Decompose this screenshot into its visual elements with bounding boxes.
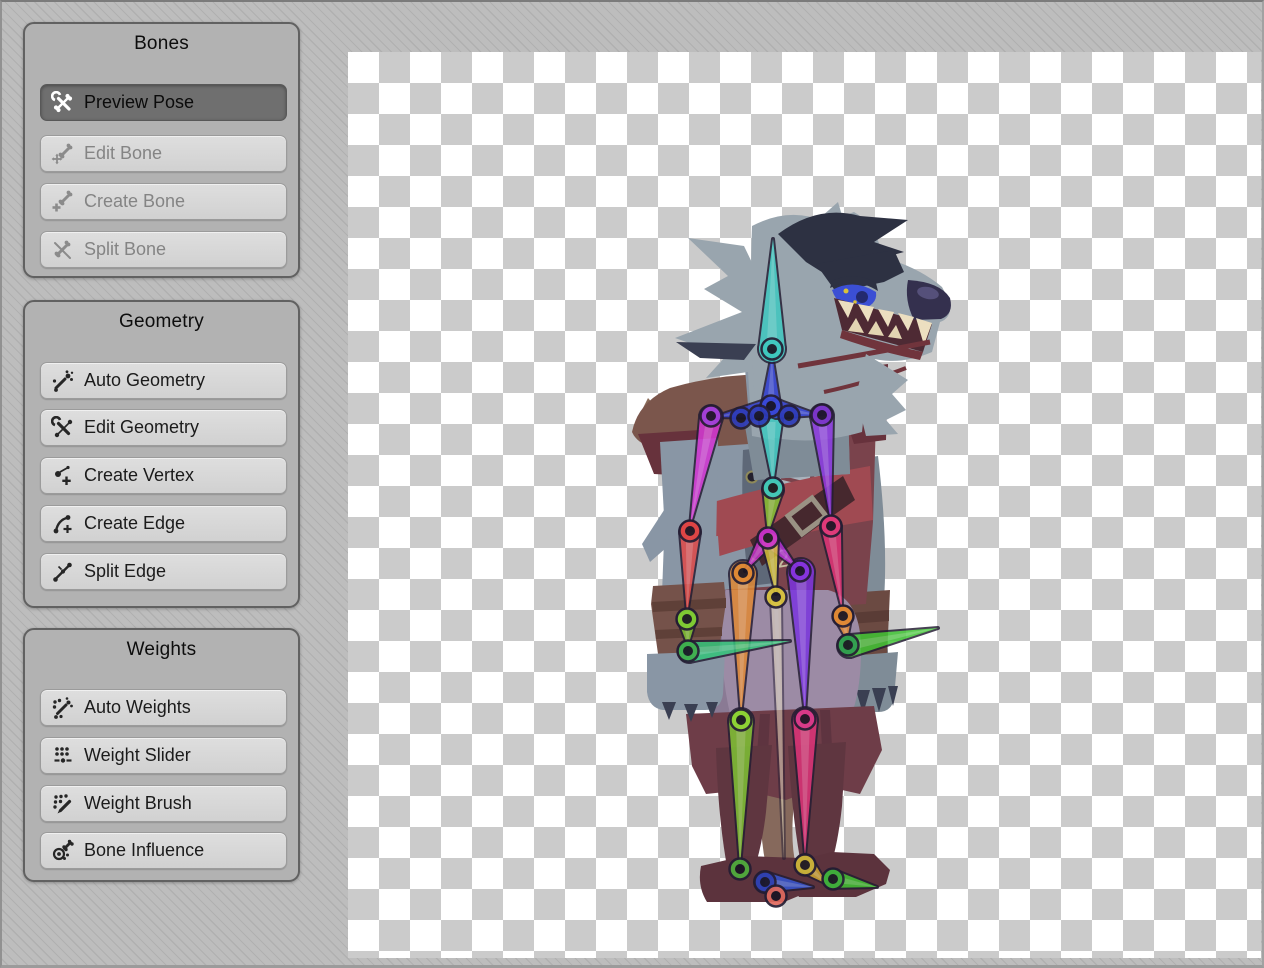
split-bone-icon	[51, 238, 75, 262]
joint-chest-mid[interactable]	[749, 406, 770, 427]
joint-right-ankle[interactable]	[795, 855, 816, 876]
create-bone-button[interactable]: Create Bone	[40, 183, 287, 220]
nose	[907, 280, 951, 320]
split-bone-button[interactable]: Split Bone	[40, 231, 287, 268]
button-label: Create Edge	[84, 513, 185, 534]
joint-left-hand[interactable]	[678, 641, 699, 662]
preview-pose-button[interactable]: Preview Pose	[40, 84, 287, 121]
split-edge-button[interactable]: Split Edge	[40, 553, 287, 590]
joint-right-shoulder[interactable]	[812, 405, 833, 426]
panel-title: Geometry	[25, 302, 298, 333]
joint-right-foot[interactable]	[823, 869, 844, 890]
joint-right-knee[interactable]	[795, 709, 816, 730]
weight-brush-button[interactable]: Weight Brush	[40, 785, 287, 822]
joint-left-wrist[interactable]	[677, 609, 698, 630]
weight-slider-icon	[51, 744, 75, 768]
button-label: Auto Geometry	[84, 370, 205, 391]
joint-left-knee[interactable]	[731, 710, 752, 731]
button-label: Auto Weights	[84, 697, 191, 718]
preview-pose-icon	[51, 91, 75, 115]
button-label: Bone Influence	[84, 840, 204, 861]
edit-bone-icon	[51, 142, 75, 166]
joint-left-hip[interactable]	[733, 563, 754, 584]
edit-bone-button[interactable]: Edit Bone	[40, 135, 287, 172]
bone-influence-icon	[51, 839, 75, 863]
bone-influence-button[interactable]: Bone Influence	[40, 832, 287, 869]
joint-belly[interactable]	[758, 528, 779, 549]
button-label: Weight Slider	[84, 745, 191, 766]
button-label: Split Bone	[84, 239, 166, 260]
button-label: Create Bone	[84, 191, 185, 212]
panel-weights: Weights Auto Weights Weight Slider Weight B…	[23, 628, 300, 882]
joint-neck[interactable]	[762, 339, 783, 360]
joint-right-hand[interactable]	[838, 635, 859, 656]
button-label: Edit Bone	[84, 143, 162, 164]
joint-right-elbow[interactable]	[821, 516, 842, 537]
panel-geometry: Geometry Auto Geometry Edit Geometry Create…	[23, 300, 300, 608]
joint-tail-base[interactable]	[766, 587, 787, 608]
button-label: Split Edge	[84, 561, 166, 582]
joint-spine-end[interactable]	[763, 478, 784, 499]
button-label: Preview Pose	[84, 92, 194, 113]
eye-glint	[844, 289, 849, 294]
joint-left-heel[interactable]	[766, 886, 787, 907]
create-bone-icon	[51, 190, 75, 214]
create-vertex-button[interactable]: Create Vertex	[40, 457, 287, 494]
create-vertex-icon	[51, 464, 75, 488]
button-label: Edit Geometry	[84, 417, 199, 438]
auto-geometry-button[interactable]: Auto Geometry	[40, 362, 287, 399]
joint-chest-right[interactable]	[779, 406, 800, 427]
joint-right-wrist[interactable]	[833, 606, 854, 627]
auto-weights-button[interactable]: Auto Weights	[40, 689, 287, 726]
pupil	[856, 291, 868, 303]
canvas-viewport[interactable]: 2	[348, 52, 1261, 958]
panel-bones: Bones Preview Pose Edit Bone Create Bone Spl…	[23, 22, 300, 278]
panel-title: Weights	[25, 630, 298, 661]
weight-slider-button[interactable]: Weight Slider	[40, 737, 287, 774]
rig-canvas-svg: 2	[348, 52, 1261, 958]
create-edge-button[interactable]: Create Edge	[40, 505, 287, 542]
joint-left-elbow[interactable]	[680, 521, 701, 542]
joint-left-ankle[interactable]	[730, 859, 751, 880]
joint-right-hip[interactable]	[790, 561, 811, 582]
edit-geometry-button[interactable]: Edit Geometry	[40, 409, 287, 446]
under-mane-shadow	[676, 342, 756, 360]
button-label: Weight Brush	[84, 793, 192, 814]
create-edge-icon	[51, 512, 75, 536]
weight-brush-icon	[51, 792, 75, 816]
panel-title: Bones	[25, 24, 298, 55]
split-edge-icon	[51, 560, 75, 584]
edit-geometry-icon	[51, 416, 75, 440]
auto-geometry-icon	[51, 369, 75, 393]
near-claw	[662, 702, 676, 720]
cheek-fur	[856, 354, 908, 436]
auto-weights-icon	[51, 696, 75, 720]
button-label: Create Vertex	[84, 465, 194, 486]
joint-left-shoulder[interactable]	[701, 406, 722, 427]
